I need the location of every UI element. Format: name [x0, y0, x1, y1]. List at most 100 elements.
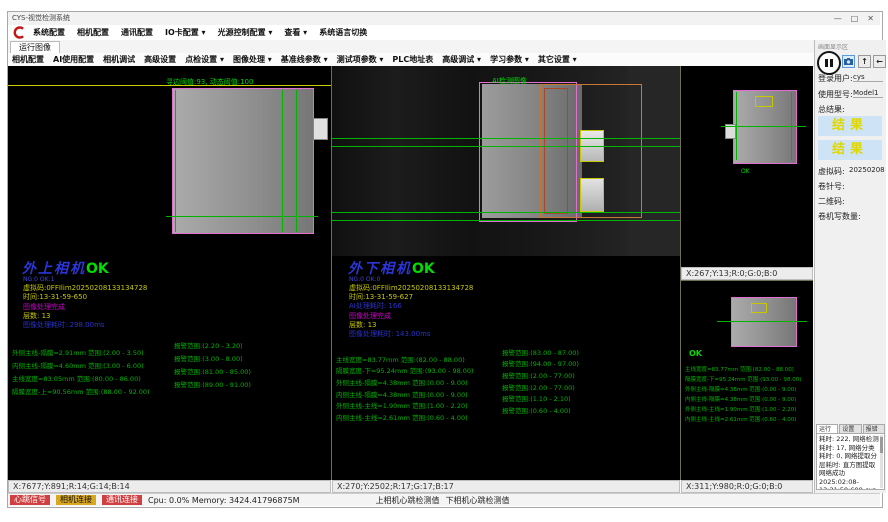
center-camera-view[interactable]: AI检测图像 外下相机OK NG:0 OK:0 虚拟码:0FFIlim20250…	[332, 66, 681, 480]
tool-baseline-params[interactable]: 基准线参数 ▾	[281, 54, 328, 65]
camera-name: 外下相机	[348, 261, 412, 277]
pause-icon	[830, 59, 833, 67]
model-field[interactable]: Model1	[853, 89, 883, 98]
panel-up-button[interactable]: ↑	[858, 55, 871, 68]
measurement-row: 隔膜宽度-上=90.56mm 范围:(88.00 - 92.00) 报警范围:(…	[12, 379, 331, 398]
qr-code-label: 二维码:	[818, 196, 845, 207]
maximize-button[interactable]: □	[851, 12, 859, 25]
time-text: 时间:13-31-59-650	[23, 292, 87, 302]
result-ok: OK	[741, 168, 750, 175]
login-user-field[interactable]: cys	[853, 73, 883, 82]
result-ok: OK	[412, 261, 435, 277]
left-coords-strip: X:7677;Y:891;R:14;G:14;B:14	[8, 480, 331, 493]
log-box: 运行日志 设置日志 报错日志 耗时: 222, 网络检测耗时: 17, 网络分类…	[816, 424, 885, 490]
tool-ai-config[interactable]: AI使用配置	[53, 54, 94, 65]
right-top-camera-view[interactable]: OK	[681, 66, 813, 267]
close-button[interactable]: ✕	[867, 12, 874, 25]
alarm-range: 报警范围:(94.00 - 97.00)	[502, 358, 579, 368]
right-bottom-camera-view[interactable]: OK 主线宽度=83.77mm 范围:(82.00 - 88.00) 隔膜宽度-…	[681, 280, 813, 481]
alarm-range: 报警范围:(2.00 - 77.00)	[502, 382, 575, 392]
title-bar: CYS-视觉检测系统 — □ ✕	[8, 12, 880, 25]
measurement-value: 内侧主线-主线=2.61mm 范围:(0.60 - 4.00)	[685, 415, 796, 423]
elapsed-text: 图像处理耗时: 298.00ms	[23, 320, 105, 330]
label-tag	[751, 303, 767, 313]
menu-light-config[interactable]: 光源控制配置 ▾	[218, 27, 273, 38]
tool-camera-debug[interactable]: 相机调试	[103, 54, 135, 65]
model-label: 使用型号:	[818, 89, 853, 100]
left-camera-view[interactable]: 寻边阈值:93, 动态阈值:100 外上相机OK NG:0 OK:1 虚拟码:0…	[8, 66, 332, 480]
measurement-row: 内侧主线-主线=2.61mm 范围:(0.60 - 4.00) 报警范围:(0.…	[336, 405, 680, 424]
app-logo-icon	[12, 26, 25, 39]
minimize-button[interactable]: —	[834, 12, 842, 25]
elapsed-text: 图像处理耗时: 143.00ms	[349, 329, 431, 339]
measure-line	[166, 216, 318, 217]
cam-down-heartbeat-text: 下相机心跳检测值	[446, 495, 510, 506]
measure-line	[721, 126, 806, 127]
edge-line	[175, 90, 176, 232]
tool-image-processing[interactable]: 图像处理 ▾	[233, 54, 272, 65]
menu-camera-config[interactable]: 相机配置	[77, 27, 109, 38]
camera-icon	[844, 58, 853, 65]
alarm-range: 报警范围:(1.10 - 2.10)	[502, 393, 571, 403]
camera-result-title: 外下相机OK	[348, 258, 435, 278]
panel-collapse-button[interactable]: ←	[873, 55, 886, 68]
log-scrollbar[interactable]	[880, 435, 883, 488]
tool-test-params[interactable]: 测试项参数 ▾	[337, 54, 384, 65]
ai-image-label: AI检测图像	[492, 76, 527, 86]
menu-view[interactable]: 查看 ▾	[284, 27, 307, 38]
right-top-coords-strip: X:267;Y:13;R:0;G:0;B:0	[681, 267, 813, 280]
pause-button[interactable]	[817, 51, 841, 75]
side-panel: 画面显示区 ↑ ← 登录用户: cys 使用型号: Model1 总结果: 结果…	[814, 40, 886, 493]
measurement-value: 外侧主线-隔膜=4.38mm 范围:(0.00 - 9.00)	[685, 385, 796, 393]
measure-line	[332, 220, 680, 221]
tool-camera-config[interactable]: 相机配置	[12, 54, 44, 65]
pixel-coords: X:311;Y:980;R:0;G:0;B:0	[686, 482, 782, 491]
menu-system-config[interactable]: 系统配置	[33, 27, 65, 38]
panel-caption: 画面显示区	[818, 42, 848, 51]
product-image	[172, 88, 314, 234]
snapshot-button[interactable]	[842, 55, 855, 68]
menu-comm-config[interactable]: 通讯配置	[121, 27, 153, 38]
tool-advanced-debug[interactable]: 高级调试 ▾	[442, 54, 481, 65]
threshold-overlay-text: 寻边阈值:93, 动态阈值:100	[166, 77, 253, 87]
pixel-coords: X:7677;Y:891;R:14;G:14;B:14	[13, 482, 130, 491]
arrow-up-icon: ↑	[861, 57, 868, 66]
alarm-range: 报警范围:(89.00 - 91.00)	[174, 379, 251, 389]
scrollbar-thumb[interactable]	[880, 437, 883, 453]
ai-elapsed-text: AI处理耗时: 166	[349, 301, 402, 311]
total-result-label: 总结果:	[818, 104, 845, 115]
measurement-value: 主线宽度=83.77mm 范围:(82.00 - 88.00)	[685, 365, 794, 373]
tool-spot-check[interactable]: 点检设置 ▾	[185, 54, 224, 65]
heartbeat-badge: 心跳信号	[10, 495, 50, 505]
virtual-code-value: 20250208	[849, 166, 885, 174]
pixel-coords: X:267;Y:13;R:0;G:0;B:0	[686, 269, 777, 278]
alarm-range: 报警范围:(83.00 - 87.00)	[502, 347, 579, 357]
camera-name: 外上相机	[22, 261, 86, 277]
tool-learning-params[interactable]: 学习参数 ▾	[490, 54, 529, 65]
needle-number-label: 卷针号:	[818, 181, 845, 192]
tool-advanced-settings[interactable]: 高级设置	[144, 54, 176, 65]
label-tag	[755, 96, 773, 107]
measure-line	[332, 138, 680, 139]
alarm-range: 报警范围:(3.00 - 8.00)	[174, 353, 243, 363]
write-count-label: 卷机写数量:	[818, 211, 861, 222]
result-box-1: 结果	[818, 116, 882, 136]
result-box-2: 结果	[818, 140, 882, 160]
measure-line	[332, 146, 680, 147]
pause-icon	[825, 59, 828, 67]
menu-language-switch[interactable]: 系统语言切换	[319, 27, 367, 38]
log-content[interactable]: 耗时: 222, 网络检测耗时: 17, 网络分类耗时: 0, 网络提取分层耗时…	[816, 433, 885, 490]
window-title: CYS-视觉检测系统	[12, 14, 70, 22]
alarm-range: 报警范围:(0.60 - 4.00)	[502, 405, 571, 415]
tool-plc-address[interactable]: PLC地址表	[392, 54, 433, 65]
camera-result-title: 外上相机OK	[22, 258, 109, 278]
measurement-value: 内侧主线-主线=2.61mm 范围:(0.60 - 4.00)	[336, 414, 468, 422]
edge-line	[282, 90, 283, 232]
login-user-label: 登录用户:	[818, 73, 853, 84]
measurement-value: 内侧主线-隔膜=4.38mm 范围:(0.00 - 9.00)	[685, 395, 796, 403]
connector-tab	[313, 118, 328, 140]
menu-io-config[interactable]: IO卡配置 ▾	[165, 27, 206, 38]
roi-box	[544, 88, 568, 214]
measurement-value: 隔膜宽度-上=90.56mm 范围:(88.00 - 92.00)	[12, 388, 150, 396]
tool-other-settings[interactable]: 其它设置 ▾	[538, 54, 577, 65]
